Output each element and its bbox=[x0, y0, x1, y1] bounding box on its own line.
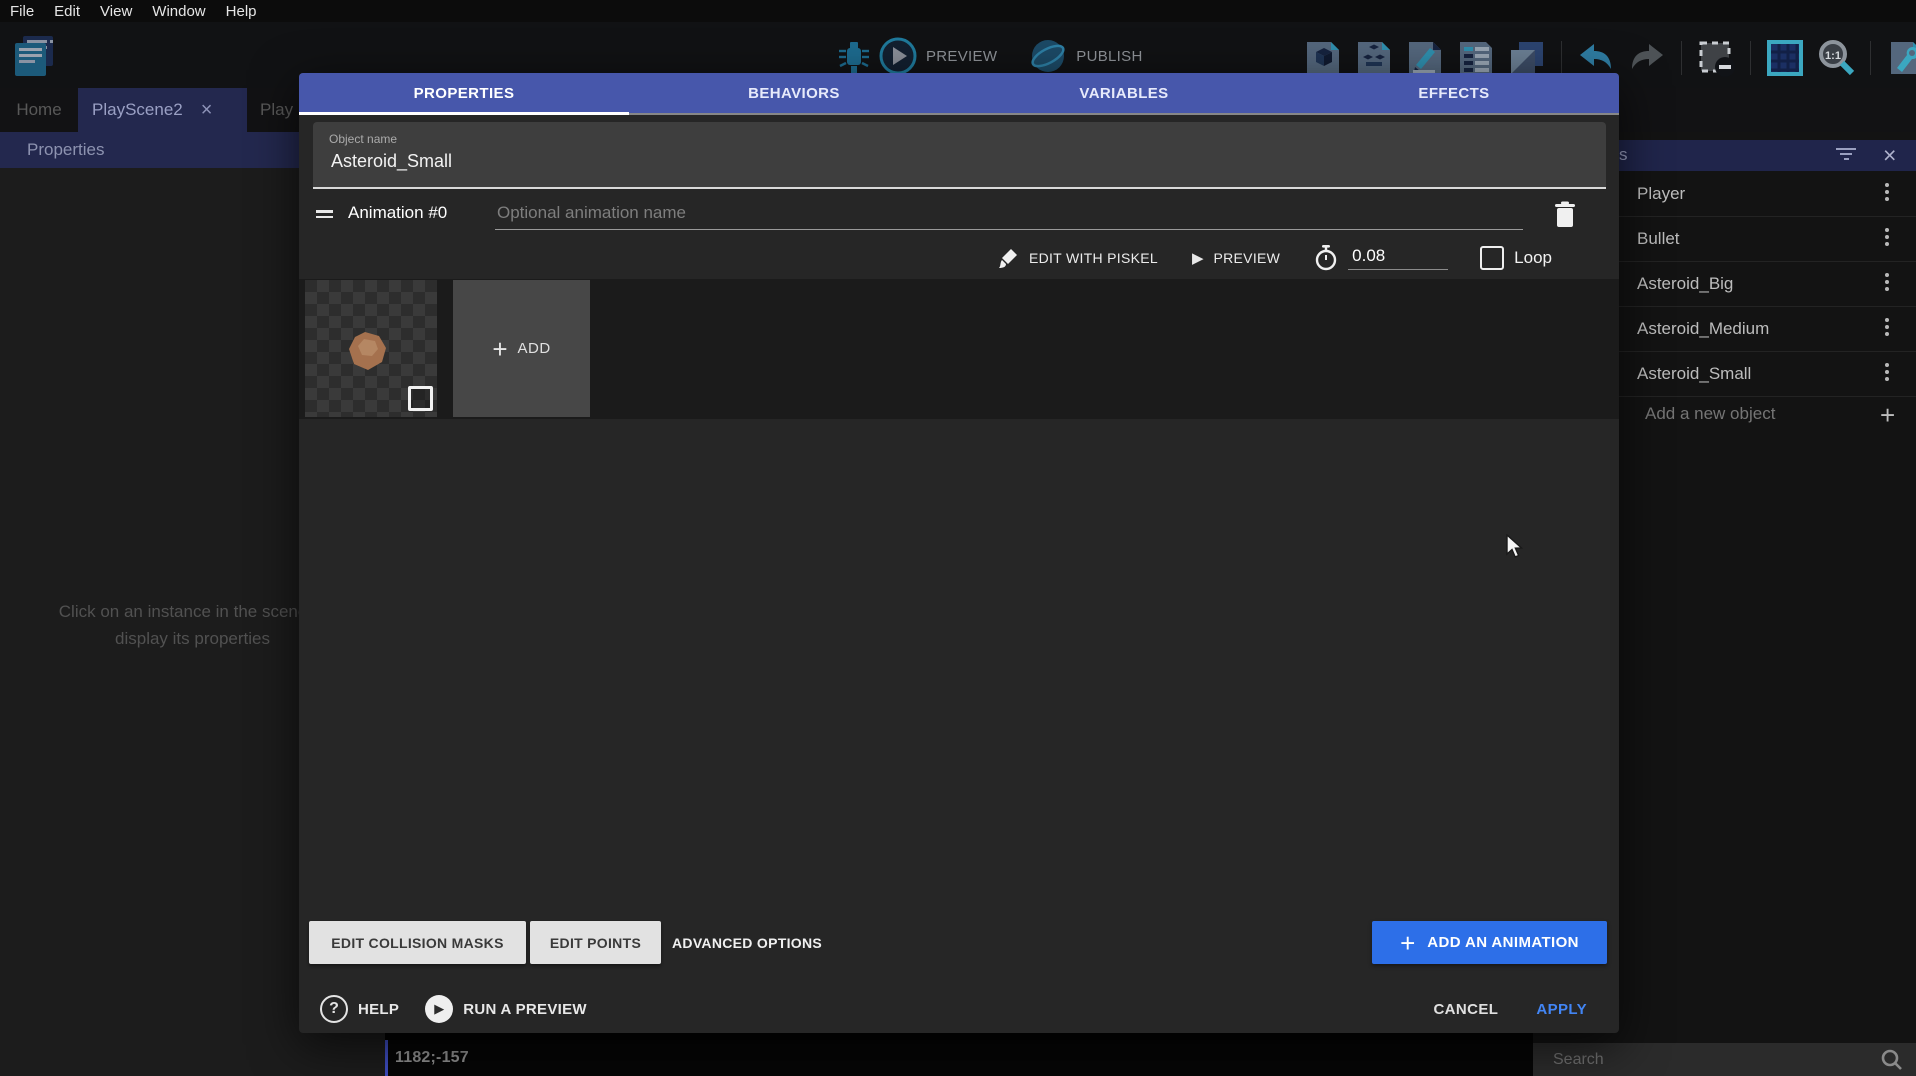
toolbar-divider bbox=[1681, 41, 1682, 75]
play-icon: ▶ bbox=[1192, 249, 1204, 267]
preview-play-icon[interactable] bbox=[879, 37, 917, 75]
object-editor-dialog: PROPERTIES BEHAVIORS VARIABLES EFFECTS O… bbox=[299, 73, 1619, 1033]
toolbar-divider bbox=[1750, 41, 1751, 75]
cursor-coordinates: 1182;-157 bbox=[388, 1049, 469, 1067]
objects-search-input[interactable] bbox=[1551, 1046, 1875, 1074]
active-tab-indicator bbox=[299, 112, 629, 115]
loop-checkbox[interactable] bbox=[1480, 246, 1504, 270]
add-frame-button[interactable]: + ADD bbox=[453, 280, 590, 417]
timer-icon bbox=[1314, 245, 1338, 271]
open-instances-list-icon[interactable] bbox=[1456, 38, 1496, 78]
menu-edit[interactable]: Edit bbox=[54, 3, 80, 20]
toolbar-divider bbox=[1870, 41, 1871, 75]
deselect-instances-icon[interactable] bbox=[1696, 38, 1736, 78]
menu-help[interactable]: Help bbox=[226, 3, 257, 20]
trash-icon bbox=[1554, 201, 1576, 229]
advanced-options-button[interactable]: ADVANCED OPTIONS bbox=[672, 921, 822, 964]
redo-icon[interactable] bbox=[1627, 38, 1667, 78]
tab-play-partial[interactable]: Play bbox=[250, 88, 293, 132]
object-name-label: Object name bbox=[329, 132, 397, 146]
menu-view[interactable]: View bbox=[100, 3, 132, 20]
close-panel-icon[interactable]: × bbox=[1883, 142, 1896, 169]
debugger-icon[interactable] bbox=[838, 38, 870, 74]
gdevelop-window: File Edit View Window Help bbox=[0, 0, 1916, 1076]
animation-frames-strip: + ADD bbox=[299, 279, 1619, 419]
filter-icon[interactable] bbox=[1836, 148, 1856, 163]
open-object-groups-icon[interactable] bbox=[1354, 38, 1394, 78]
add-animation-button[interactable]: + ADD AN ANIMATION bbox=[1372, 921, 1607, 964]
undo-icon[interactable] bbox=[1576, 38, 1616, 78]
close-tab-icon[interactable]: × bbox=[201, 100, 213, 120]
edit-scene-properties-icon[interactable] bbox=[1405, 38, 1445, 78]
tab-playscene2[interactable]: PlayScene2 × bbox=[78, 88, 247, 132]
animation-controls-row: EDIT WITH PISKEL ▶ PREVIEW Loop bbox=[299, 241, 1552, 275]
plus-icon: + bbox=[1400, 933, 1415, 953]
scene-settings-icon[interactable] bbox=[1885, 38, 1916, 78]
objects-search-bar bbox=[1533, 1043, 1916, 1076]
tab-effects[interactable]: EFFECTS bbox=[1289, 73, 1619, 113]
svg-text:1:1: 1:1 bbox=[1825, 50, 1841, 62]
toggle-grid-icon[interactable] bbox=[1765, 38, 1805, 78]
frame-duration-input[interactable] bbox=[1348, 246, 1448, 270]
preview-animation-button[interactable]: PREVIEW bbox=[1214, 250, 1281, 266]
animation-name-input[interactable] bbox=[495, 197, 1523, 230]
toolbar-divider bbox=[1561, 41, 1562, 75]
properties-panel-title: Properties bbox=[27, 140, 104, 160]
menu-file[interactable]: File bbox=[10, 3, 34, 20]
help-icon: ? bbox=[320, 995, 348, 1023]
tab-variables[interactable]: VARIABLES bbox=[959, 73, 1289, 113]
menu-bar: File Edit View Window Help bbox=[0, 0, 1916, 22]
toolbar-center: PREVIEW PUBLISH bbox=[838, 37, 1143, 75]
plus-icon: + bbox=[1880, 400, 1895, 431]
drag-handle-icon[interactable] bbox=[316, 210, 333, 219]
project-manager-icon[interactable] bbox=[10, 34, 58, 80]
tab-behaviors[interactable]: BEHAVIORS bbox=[629, 73, 959, 113]
object-name-field[interactable]: Object name bbox=[313, 122, 1606, 189]
open-objects-editor-icon[interactable] bbox=[1303, 38, 1343, 78]
objects-panel-title-partial: s bbox=[1619, 145, 1628, 165]
plus-icon: + bbox=[492, 339, 507, 359]
tab-home[interactable]: Home bbox=[0, 88, 78, 132]
animation-title: Animation #0 bbox=[348, 203, 447, 223]
edit-points-button[interactable]: EDIT POINTS bbox=[530, 921, 661, 964]
kebab-menu-icon[interactable] bbox=[1885, 273, 1891, 295]
kebab-menu-icon[interactable] bbox=[1885, 318, 1891, 340]
run-preview-button[interactable]: RUN A PREVIEW bbox=[463, 1001, 587, 1018]
object-name-input[interactable] bbox=[329, 150, 1573, 173]
tab-properties[interactable]: PROPERTIES bbox=[299, 73, 629, 113]
cancel-button[interactable]: CANCEL bbox=[1433, 1001, 1498, 1018]
help-button[interactable]: ? HELP bbox=[320, 995, 399, 1023]
menu-window[interactable]: Window bbox=[152, 3, 205, 20]
publish-button-label[interactable]: PUBLISH bbox=[1076, 48, 1142, 65]
kebab-menu-icon[interactable] bbox=[1885, 183, 1891, 205]
asteroid-sprite bbox=[345, 329, 391, 375]
kebab-menu-icon[interactable] bbox=[1885, 363, 1891, 385]
tab-playscene2-label: PlayScene2 bbox=[92, 100, 183, 120]
frame-thumbnail[interactable] bbox=[305, 280, 437, 417]
kebab-menu-icon[interactable] bbox=[1885, 228, 1891, 250]
zoom-original-icon[interactable]: 1:1 bbox=[1816, 38, 1856, 78]
scene-status-bar: 1182;-157 bbox=[385, 1040, 1533, 1076]
frame-select-checkbox[interactable] bbox=[408, 386, 433, 411]
dialog-footer-buttons: EDIT COLLISION MASKS EDIT POINTS ADVANCE… bbox=[299, 921, 1619, 964]
loop-label: Loop bbox=[1514, 248, 1552, 268]
preview-button-label[interactable]: PREVIEW bbox=[926, 48, 997, 65]
dialog-action-bar: ? HELP ▶ RUN A PREVIEW CANCEL APPLY bbox=[299, 985, 1619, 1033]
publish-icon[interactable] bbox=[1029, 37, 1067, 75]
dialog-tab-bar: PROPERTIES BEHAVIORS VARIABLES EFFECTS bbox=[299, 73, 1619, 113]
search-icon bbox=[1880, 1048, 1904, 1072]
apply-button[interactable]: APPLY bbox=[1536, 1001, 1587, 1018]
animation-header-row: Animation #0 bbox=[299, 195, 1619, 239]
edit-with-piskel-button[interactable]: EDIT WITH PISKEL bbox=[1029, 250, 1158, 266]
toolbar-right: 1:1 bbox=[1303, 38, 1916, 78]
delete-animation-button[interactable] bbox=[1550, 197, 1580, 233]
open-layers-icon[interactable] bbox=[1507, 38, 1547, 78]
run-preview-icon[interactable]: ▶ bbox=[425, 995, 453, 1023]
edit-collision-masks-button[interactable]: EDIT COLLISION MASKS bbox=[309, 921, 526, 964]
brush-icon bbox=[999, 247, 1019, 269]
